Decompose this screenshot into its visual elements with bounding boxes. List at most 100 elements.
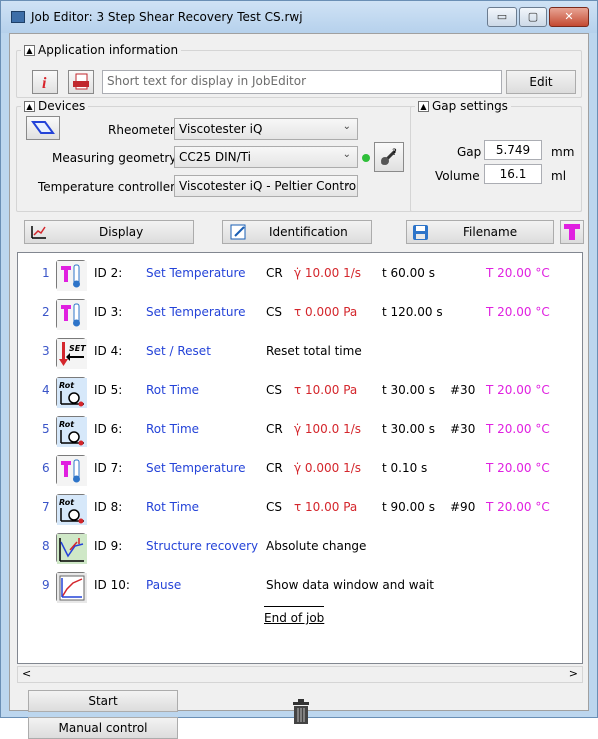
step-temperature: T 20.00 °C (486, 383, 550, 397)
volume-value-field: 16.1 (484, 164, 542, 184)
temperature-icon[interactable] (56, 455, 87, 486)
scroll-right-icon[interactable]: > (569, 667, 578, 680)
step-id: ID 5: (94, 383, 123, 397)
rheometer-select[interactable]: Viscotester iQ ⌄ (174, 118, 358, 140)
info-button[interactable]: i (32, 70, 58, 94)
svg-text:?: ? (392, 148, 397, 158)
rot-time-icon[interactable]: Rot (56, 377, 87, 408)
edit-button[interactable]: Edit (506, 70, 576, 94)
gap-settings-header[interactable]: ▲ Gap settings (415, 99, 511, 113)
step-mode: CR (266, 422, 283, 436)
temperature-icon[interactable] (56, 260, 87, 291)
job-step-row[interactable]: 5 Rot ID 6: Rot Time CR γ̇ 100.0 1/s t 30.00 s… (18, 413, 582, 449)
step-name[interactable]: Rot Time (146, 500, 199, 514)
step-name[interactable]: Set Temperature (146, 266, 246, 280)
step-number: 7 (42, 500, 50, 514)
step-temperature: T 20.00 °C (486, 422, 550, 436)
trash-button[interactable] (290, 698, 312, 729)
device-select-button[interactable] (26, 116, 60, 140)
step-name[interactable]: Set Temperature (146, 305, 246, 319)
manual-control-button[interactable]: Manual control (28, 717, 178, 739)
chart-display-icon (31, 226, 46, 239)
step-parameter: γ̇ 10.00 1/s (294, 266, 362, 280)
pause-icon[interactable] (56, 572, 87, 603)
step-point-count: #30 (450, 383, 476, 397)
scroll-left-icon[interactable]: < (22, 667, 31, 680)
temperature-icon[interactable] (56, 299, 87, 330)
step-name[interactable]: Rot Time (146, 422, 199, 436)
temperature-controller-label: Temperature controller (38, 180, 176, 194)
title-bar[interactable]: Job Editor: 3 Step Shear Recovery Test C… (1, 1, 597, 33)
editor-client-area: ▲ Application information i Short text fo… (9, 33, 589, 739)
chevron-down-icon: ⌄ (342, 121, 351, 132)
structure-recovery-icon[interactable] (56, 533, 87, 564)
volume-unit: ml (551, 169, 567, 183)
application-info-header[interactable]: ▲ Application information (21, 43, 182, 57)
step-duration: t 60.00 s (382, 266, 435, 280)
minimize-button[interactable]: ▭ (487, 7, 517, 27)
set-reset-icon[interactable]: SET (56, 338, 87, 369)
step-mode: Absolute change (266, 539, 367, 553)
display-button[interactable]: Display (24, 220, 194, 244)
step-duration: t 30.00 s (382, 422, 435, 436)
rot-time-icon[interactable]: Rot (56, 416, 87, 447)
gap-unit: mm (551, 145, 575, 159)
rot-time-icon[interactable]: Rot (56, 494, 87, 525)
job-step-row[interactable]: 9 ID 10: Pause Show data window and wait (18, 569, 582, 605)
job-step-row[interactable]: 3 SET ID 4: Set / Reset Reset total time (18, 335, 582, 371)
job-step-row[interactable]: 4 Rot ID 5: Rot Time CS τ 10.00 Pa t 30.00 s #3… (18, 374, 582, 410)
collapse-icon[interactable]: ▲ (24, 101, 35, 112)
collapse-icon[interactable]: ▲ (418, 101, 429, 112)
collapse-icon[interactable]: ▲ (24, 45, 35, 56)
temperature-settings-button[interactable] (560, 220, 584, 244)
maximize-button[interactable]: ▢ (519, 7, 547, 27)
step-parameter: τ 0.000 Pa (294, 305, 358, 319)
window-title: Job Editor: 3 Step Shear Recovery Test C… (31, 10, 303, 24)
step-temperature: T 20.00 °C (486, 461, 550, 475)
step-mode: CR (266, 461, 283, 475)
job-step-list[interactable]: 1 ID 2: Set Temperature CR γ̇ 10.00 1/s t 60.… (17, 252, 583, 664)
job-editor-window: Job Editor: 3 Step Shear Recovery Test C… (0, 0, 598, 739)
step-number: 1 (42, 266, 50, 280)
step-name[interactable]: Set Temperature (146, 461, 246, 475)
measuring-geometry-label: Measuring geometry (52, 151, 177, 165)
step-name[interactable]: Pause (146, 578, 181, 592)
horizontal-scrollbar[interactable]: < > (17, 666, 583, 683)
identification-button[interactable]: Identification (222, 220, 372, 244)
job-step-row[interactable]: 2 ID 3: Set Temperature CS τ 0.000 Pa t 120.0… (18, 296, 582, 332)
svg-text:Rot: Rot (59, 498, 75, 507)
job-step-row[interactable]: 8 ID 9: Structure recovery Absolute change (18, 530, 582, 566)
step-name[interactable]: Rot Time (146, 383, 199, 397)
temperature-controller-select[interactable]: Viscotester iQ - Peltier Contro ⌄ (174, 175, 358, 197)
svg-text:i: i (42, 75, 47, 92)
filename-button[interactable]: Filename (406, 220, 554, 244)
temperature-t-icon (564, 224, 580, 240)
close-button[interactable]: ✕ (549, 7, 589, 27)
geometry-icon (31, 121, 55, 134)
geometry-detect-icon: ? (380, 148, 397, 166)
devices-header[interactable]: ▲ Devices (21, 99, 89, 113)
job-step-row[interactable]: 1 ID 2: Set Temperature CR γ̇ 10.00 1/s t 60.… (18, 257, 582, 293)
step-number: 9 (42, 578, 50, 592)
step-name[interactable]: Set / Reset (146, 344, 211, 358)
pdf-button[interactable] (68, 70, 94, 94)
step-temperature: T 20.00 °C (486, 500, 550, 514)
job-step-row[interactable]: 6 ID 7: Set Temperature CR γ̇ 0.000 1/s t 0.1… (18, 452, 582, 488)
step-mode: CS (266, 500, 282, 514)
measuring-geometry-select[interactable]: CC25 DIN/Ti ⌄ (174, 146, 358, 168)
job-step-row[interactable]: 7 Rot ID 8: Rot Time CS τ 10.00 Pa t 90.00 s #9… (18, 491, 582, 527)
svg-text:Rot: Rot (59, 381, 75, 390)
geometry-detect-button[interactable]: ? (374, 142, 404, 172)
step-point-count: #90 (450, 500, 476, 514)
step-name[interactable]: Structure recovery (146, 539, 258, 553)
step-number: 5 (42, 422, 50, 436)
gap-label: Gap (457, 145, 482, 159)
step-mode: Show data window and wait (266, 578, 434, 592)
step-parameter: τ 10.00 Pa (294, 500, 358, 514)
svg-text:SET: SET (69, 344, 86, 353)
start-button[interactable]: Start (28, 690, 178, 712)
svg-text:Rot: Rot (59, 420, 75, 429)
short-text-input[interactable]: Short text for display in JobEditor (102, 70, 502, 94)
step-mode: CR (266, 266, 283, 280)
step-id: ID 4: (94, 344, 123, 358)
